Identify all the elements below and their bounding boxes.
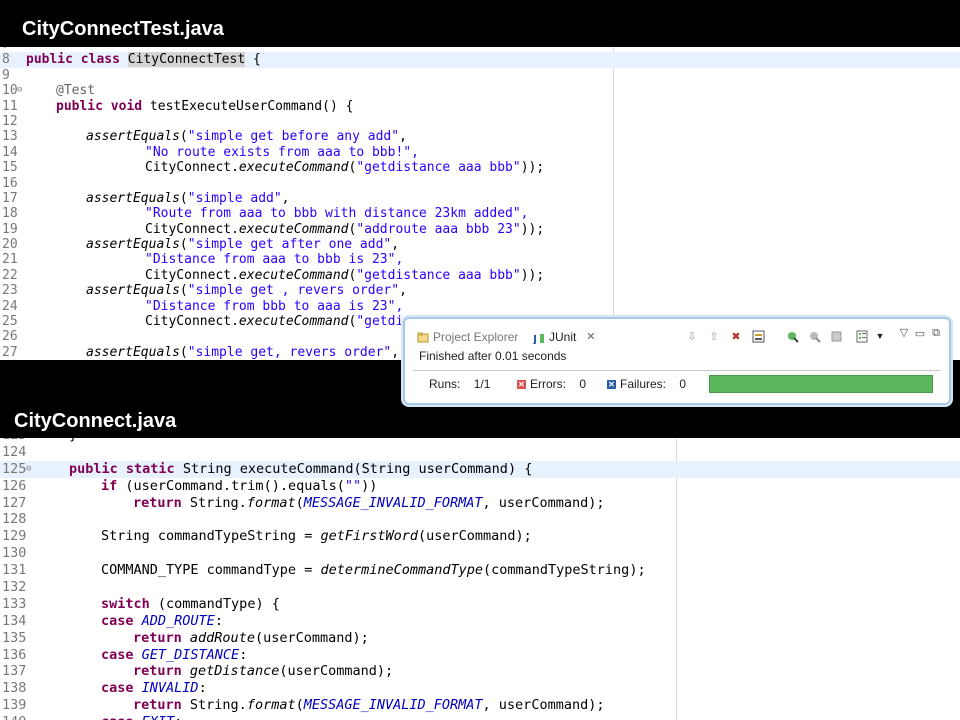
code-line: 13 assertEquals("simple get before any ad… [2,129,407,145]
fold-collapse-icon[interactable]: ⊖ [17,83,22,98]
test-run-history-icon[interactable] [855,329,869,343]
code-line: 139 return String.format(MESSAGE_INVALID_… [2,697,605,714]
error-icon: ✕ [517,380,526,390]
tab-junit[interactable]: J JUnit ✕ [532,328,596,346]
main-file-editor[interactable]: 123} 124 125⊖public static String execut… [0,438,960,720]
code-line: 24 "Distance from bbb to aaa is 23", [2,298,404,314]
junit-icon: J [532,331,545,346]
stop-icon[interactable] [829,329,843,343]
maximize-icon[interactable]: ⧉ [929,326,943,340]
code-line: 19 CityConnect.executeCommand("addroute a… [2,221,545,237]
code-line: 17 assertEquals("simple add", [2,190,290,206]
failure-icon: ✕ [607,380,616,390]
code-line: 140case EXIT: [0,714,960,720]
failures-counter: ✕ Failures: 0 [607,377,687,391]
code-line: 22 CityConnect.executeCommand("getdistanc… [2,267,545,283]
code-line: 129 String commandTypeString = getFirstWo… [2,528,532,545]
code-line: 128 [2,511,27,528]
code-line: 18 "Route from aaa to bbb with distance 2… [2,206,529,222]
code-line: 130 [2,545,27,562]
close-tab-icon[interactable]: ✕ [586,328,595,346]
code-line: 126 if (userCommand.trim().equals("")) [2,477,378,494]
code-line: 133 switch (commandType) { [2,595,280,612]
code-line: 136 case GET_DISTANCE: [2,646,248,663]
rerun-test-icon[interactable] [785,329,799,343]
next-failure-icon[interactable]: ⇩ [685,329,699,343]
code-line: 124 [2,443,27,460]
code-line: 23 assertEquals("simple get , revers orde… [2,283,407,299]
test-file-editor[interactable]: 7 8public class CityConnectTest { 9 10⊖@… [0,47,960,360]
test-progress-bar [709,375,933,393]
test-counters: Runs: 1/1 ✕ Errors: 0 ✕ Failures: 0 [413,370,941,399]
code-line: 12 [2,113,18,129]
show-failures-only-icon[interactable]: ✖ [729,329,743,343]
minimize-icon[interactable]: ▭ [913,326,927,340]
project-explorer-icon [417,331,429,343]
code-line: 127 return String.format(MESSAGE_INVALID_… [2,494,605,511]
scroll-lock-icon[interactable] [751,329,765,343]
previous-failure-icon[interactable]: ⇧ [707,329,721,343]
svg-text:J: J [533,333,537,344]
code-line: 20 assertEquals("simple get after one add… [2,237,400,253]
fold-collapse-icon[interactable]: ⊖ [26,461,31,478]
bottom-file-title: CityConnect.java [14,410,177,432]
junit-tab-bar: Project Explorer J JUnit ✕ ⇩ ⇧ ✖ ▼ ▽ ▭ ⧉ [413,324,941,346]
code-line: 9 [2,67,10,83]
main-code-area[interactable]: 123} 124 125⊖public static String execut… [0,438,960,720]
code-line: 134 case ADD_ROUTE: [2,612,223,629]
tab-project-explorer[interactable]: Project Explorer [417,328,518,346]
code-line: 10 ⊖ @Test [2,83,96,99]
code-line: 137 return getDistance(userCommand); [2,663,394,680]
code-line: 125 ⊖ public static String executeCommand(… [0,460,960,478]
history-dropdown-icon[interactable]: ▼ [873,329,887,343]
code-line: 16 [2,175,18,191]
runs-counter: Runs: 1/1 [429,377,491,391]
code-line: 138 case INVALID: [2,680,207,697]
view-menu-icon[interactable]: ▽ [897,325,911,339]
rerun-failed-first-icon[interactable] [807,329,821,343]
top-file-title: CityConnectTest.java [22,18,224,40]
junit-panel: Project Explorer J JUnit ✕ ⇩ ⇧ ✖ ▼ ▽ ▭ ⧉… [403,317,951,405]
code-line: 11 public void testExecuteUserCommand() { [2,98,354,114]
test-status-text: Finished after 0.01 seconds [419,349,567,363]
test-code-area[interactable]: 7 8public class CityConnectTest { 9 10⊖@… [0,47,960,360]
errors-counter: ✕ Errors: 0 [517,377,587,391]
code-line: 132 [2,579,27,596]
code-line: 14 "No route exists from aaa to bbb!", [2,144,419,160]
code-line: 15 CityConnect.executeCommand("getdistanc… [2,160,545,176]
code-line: 131 COMMAND_TYPE commandType = determineC… [2,562,646,579]
code-line: 8 public class CityConnectTest { [0,52,960,68]
code-line: 135 return addRoute(userCommand); [2,629,369,646]
code-line: 21 "Distance from aaa to bbb is 23", [2,252,404,268]
